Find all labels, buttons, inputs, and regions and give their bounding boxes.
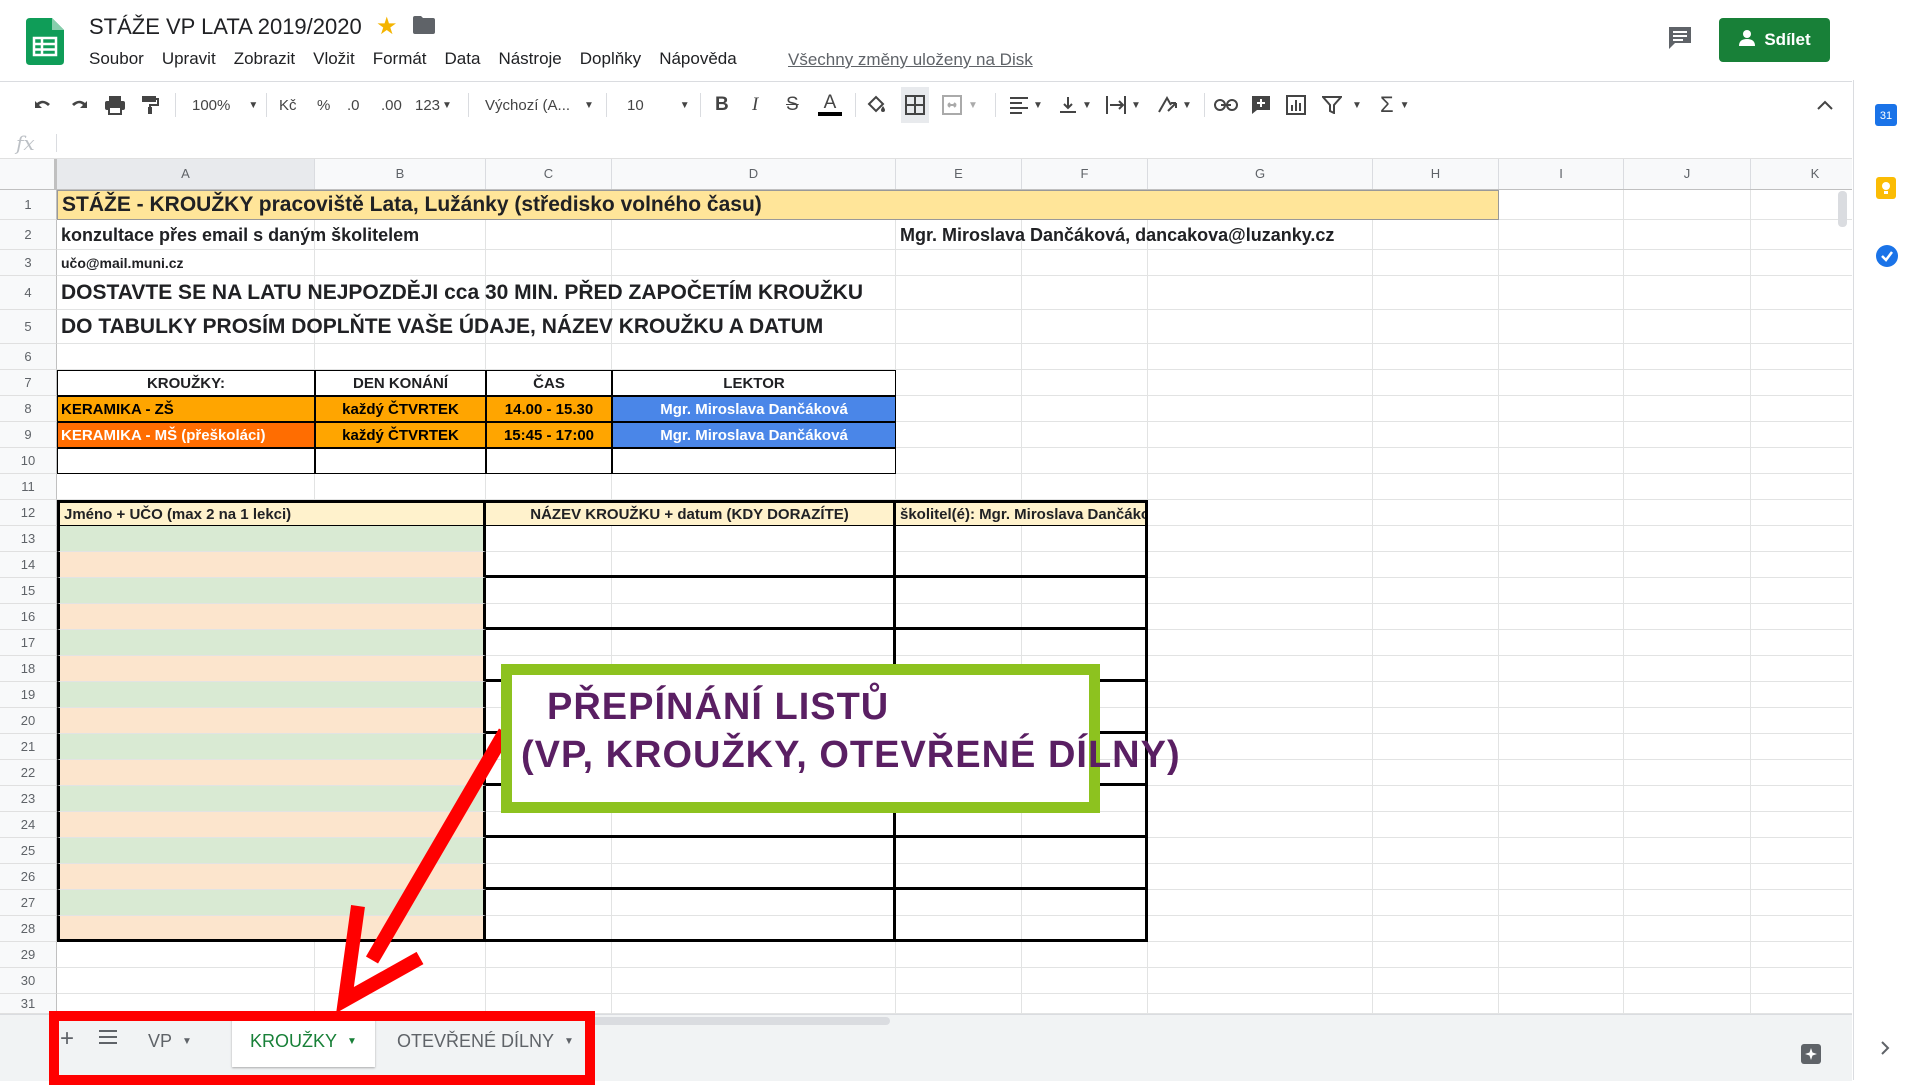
annotation-title: PŘEPÍNÁNÍ LISTŮ <box>547 686 890 728</box>
annotation-subtitle: (VP, KROUŽKY, OTEVŘENÉ DÍLNY) <box>521 734 1181 776</box>
tab-highlight-box <box>49 1011 595 1085</box>
annotation-arrow <box>336 728 512 1013</box>
